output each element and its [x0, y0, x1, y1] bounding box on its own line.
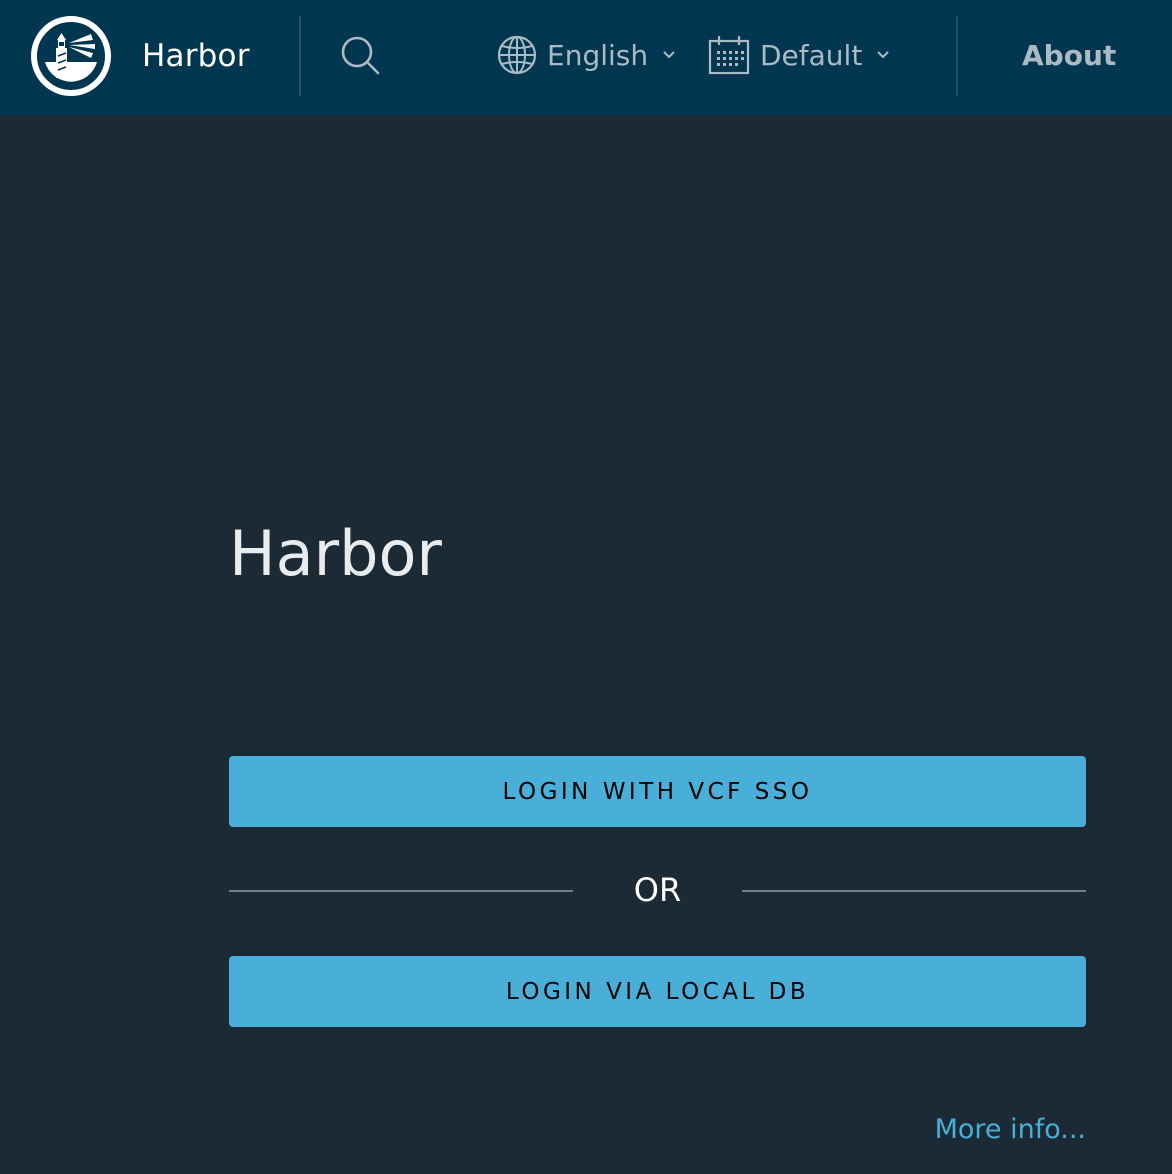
page-title: Harbor: [229, 517, 442, 590]
language-label: English: [547, 38, 649, 72]
or-divider-left: [229, 890, 573, 892]
harbor-logo-icon[interactable]: [31, 16, 111, 96]
login-sso-button[interactable]: LOGIN WITH VCF SSO: [229, 756, 1086, 827]
more-info-link[interactable]: More info...: [900, 1110, 1086, 1150]
calendar-icon: [708, 36, 750, 75]
header-divider: [299, 16, 301, 96]
header: Harbor English Default About: [0, 0, 1172, 115]
theme-label: Default: [760, 38, 863, 72]
about-link[interactable]: About: [1022, 34, 1116, 78]
or-label: OR: [633, 871, 682, 909]
theme-dropdown[interactable]: Default: [708, 30, 890, 80]
header-divider: [956, 16, 958, 96]
login-local-db-button[interactable]: LOGIN VIA LOCAL DB: [229, 956, 1086, 1027]
globe-icon: [497, 35, 537, 75]
chevron-down-icon: [877, 51, 890, 59]
search-icon[interactable]: [340, 35, 382, 77]
or-divider-right: [742, 890, 1086, 892]
language-dropdown[interactable]: English: [497, 30, 676, 80]
chevron-down-icon: [663, 51, 675, 59]
brand-name[interactable]: Harbor: [142, 34, 250, 78]
